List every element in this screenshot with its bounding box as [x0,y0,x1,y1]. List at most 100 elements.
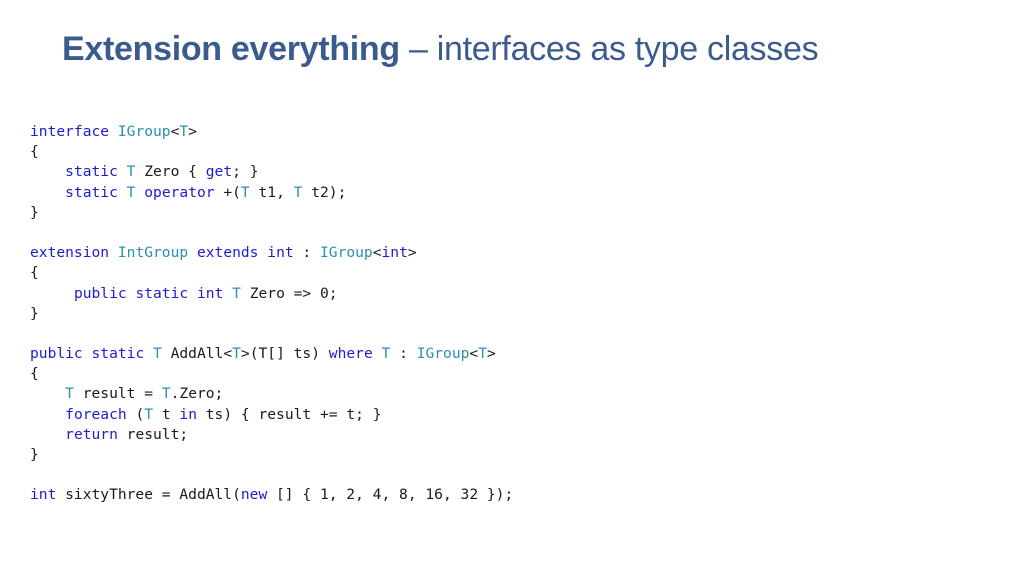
code-text: { [30,365,39,383]
code-text: result; [117,425,189,443]
code-text: > [188,123,197,140]
code-text: < [469,345,479,363]
code-keyword: get [205,163,233,181]
code-text: } [30,203,39,221]
code-line: return result; [30,425,513,445]
code-line: { [30,364,513,384]
code-type-name: IntGroup [117,244,189,262]
code-line: } [30,445,513,465]
code-keyword: int [30,486,57,504]
code-keyword: int [267,244,294,262]
code-text: t1, [249,183,294,201]
code-text: Zero { [135,163,206,181]
code-type-name: T [478,345,487,363]
code-text: .Zero; [170,385,224,403]
code-text: > [487,345,496,363]
code-text: result = [73,385,162,403]
code-block: interface IGroup<T>{ static T Zero { get… [30,122,513,506]
code-line: static T Zero { get; } [30,162,513,182]
code-text: ( [126,405,145,423]
code-type-name: T [144,405,154,423]
code-line: extension IntGroup extends int : IGroup<… [30,243,513,263]
code-text: ts) { result += t; } [196,405,382,423]
code-text: >(T[] ts) [240,345,329,363]
code-keyword: new [240,486,268,504]
code-keyword: in [179,405,197,423]
code-type-name: IGroup [117,123,171,140]
code-keyword: foreach [65,405,127,423]
code-line: { [30,263,513,283]
code-keyword: interface [30,123,110,140]
code-line: } [30,304,513,324]
code-text: ; } [232,163,259,181]
code-keyword: public [73,284,127,302]
code-text: +( [214,183,241,201]
code-line: public static T AddAll<T>(T[] ts) where … [30,344,513,364]
code-keyword: where [328,345,373,363]
code-line: interface IGroup<T> [30,122,513,142]
code-line: { [30,142,513,162]
code-text: { [30,143,39,161]
code-type-name: IGroup [320,244,373,262]
code-type-name: T [153,345,162,363]
code-line: int sixtyThree = AddAll(new [] { 1, 2, 4… [30,485,513,505]
code-type-name: T [232,345,241,363]
code-type-name: T [161,385,171,403]
code-text: } [30,446,39,463]
code-type-name: T [65,385,74,403]
code-keyword: operator [144,183,215,201]
code-keyword: public [30,345,83,363]
code-text: > [407,244,417,262]
code-text: [] { 1, 2, 4, 8, 16, 32 }); [267,486,514,504]
code-line: static T operator +(T t1, T t2); [30,183,513,203]
code-text: t2); [302,183,347,201]
code-line: foreach (T t in ts) { result += t; } [30,405,513,425]
code-line: } [30,203,513,223]
code-type-name: T [179,123,189,140]
code-keyword: extends [196,244,259,262]
code-line: T result = T.Zero; [30,384,513,404]
code-keyword: int [381,244,408,262]
slide-title-rest: – interfaces as type classes [399,30,819,68]
code-keyword: static [65,183,118,201]
code-line: public static int T Zero => 0; [30,284,513,304]
code-keyword: static [91,345,145,363]
code-text: sixtyThree = AddAll( [56,486,241,504]
code-text: } [30,304,39,322]
code-keyword: return [65,425,118,443]
code-keyword: int [196,284,224,302]
code-type-name: T [381,345,391,363]
code-keyword: extension [30,244,110,262]
code-text: t [153,405,180,423]
slide-title: Extension everything – interfaces as typ… [62,30,819,69]
code-keyword: static [65,163,118,181]
code-text: Zero => 0; [240,284,338,302]
code-text: : [390,345,417,363]
slide-title-bold: Extension everything [62,30,400,68]
code-keyword: static [135,284,189,302]
code-text: { [30,264,39,282]
code-text: < [372,244,382,262]
code-text: AddAll< [161,345,233,363]
